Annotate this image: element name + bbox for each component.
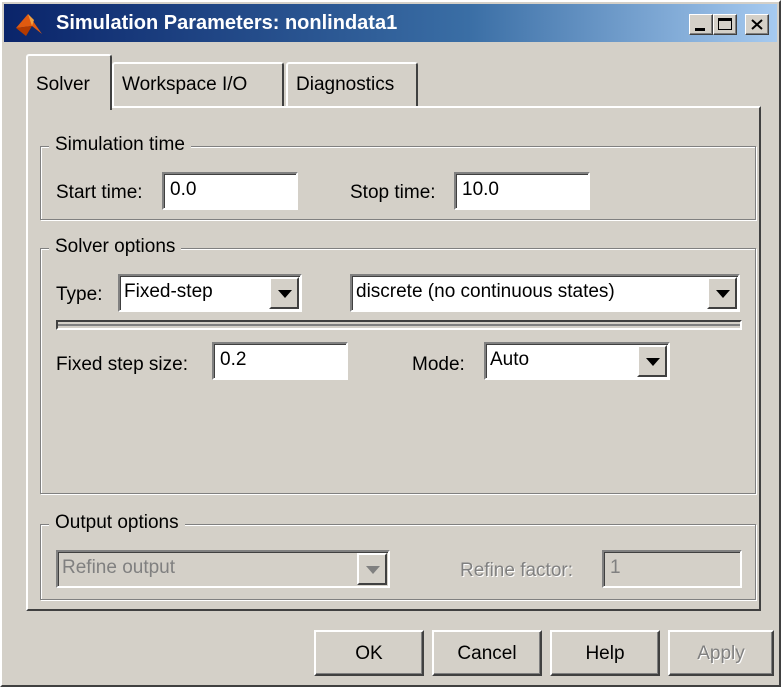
refine-output-value: Refine output (62, 557, 176, 578)
close-button[interactable] (745, 14, 769, 35)
matlab-icon (16, 14, 42, 36)
maximize-button[interactable] (713, 14, 737, 35)
dialog-window: Simulation Parameters: nonlindata1 Solve… (0, 0, 781, 687)
apply-button[interactable]: Apply (668, 630, 774, 676)
output-options-title: Output options (49, 512, 185, 534)
minimize-icon (695, 28, 705, 31)
simulation-time-title: Simulation time (49, 134, 191, 156)
mode-value: Auto (490, 349, 530, 370)
start-time-input[interactable]: 0.0 (162, 172, 298, 210)
maximize-icon (718, 18, 732, 30)
solver-options-divider (56, 320, 742, 330)
chevron-down-icon[interactable] (269, 277, 299, 309)
minimize-button[interactable] (689, 14, 713, 35)
solver-type-value: Fixed-step (124, 281, 213, 302)
ok-button[interactable]: OK (314, 630, 424, 676)
stop-time-input[interactable]: 10.0 (454, 172, 590, 210)
window-title: Simulation Parameters: nonlindata1 (56, 12, 398, 34)
mode-label: Mode: (412, 354, 465, 375)
fixed-step-size-label: Fixed step size: (56, 354, 188, 375)
chevron-down-icon[interactable] (707, 277, 737, 309)
chevron-down-icon[interactable] (637, 345, 667, 377)
fixed-step-size-input[interactable]: 0.2 (212, 342, 348, 380)
tab-workspace-io[interactable]: Workspace I/O (112, 62, 284, 106)
solver-type-select[interactable]: Fixed-step (118, 274, 302, 312)
solver-options-title: Solver options (49, 236, 182, 258)
title-bar[interactable]: Simulation Parameters: nonlindata1 (4, 4, 777, 42)
solver-value: discrete (no continuous states) (356, 281, 615, 302)
help-button[interactable]: Help (550, 630, 660, 676)
cancel-button[interactable]: Cancel (432, 630, 542, 676)
close-icon (751, 19, 763, 30)
stop-time-label: Stop time: (350, 182, 436, 203)
tab-diagnostics[interactable]: Diagnostics (286, 62, 418, 106)
type-label: Type: (56, 284, 103, 305)
refine-output-select[interactable]: Refine output (56, 550, 390, 588)
refine-factor-label: Refine factor: (460, 560, 573, 581)
solver-select[interactable]: discrete (no continuous states) (350, 274, 740, 312)
tab-solver[interactable]: Solver (26, 54, 112, 110)
refine-factor-input[interactable]: 1 (602, 550, 742, 588)
mode-select[interactable]: Auto (484, 342, 670, 380)
chevron-down-icon[interactable] (357, 553, 387, 585)
start-time-label: Start time: (56, 182, 143, 203)
